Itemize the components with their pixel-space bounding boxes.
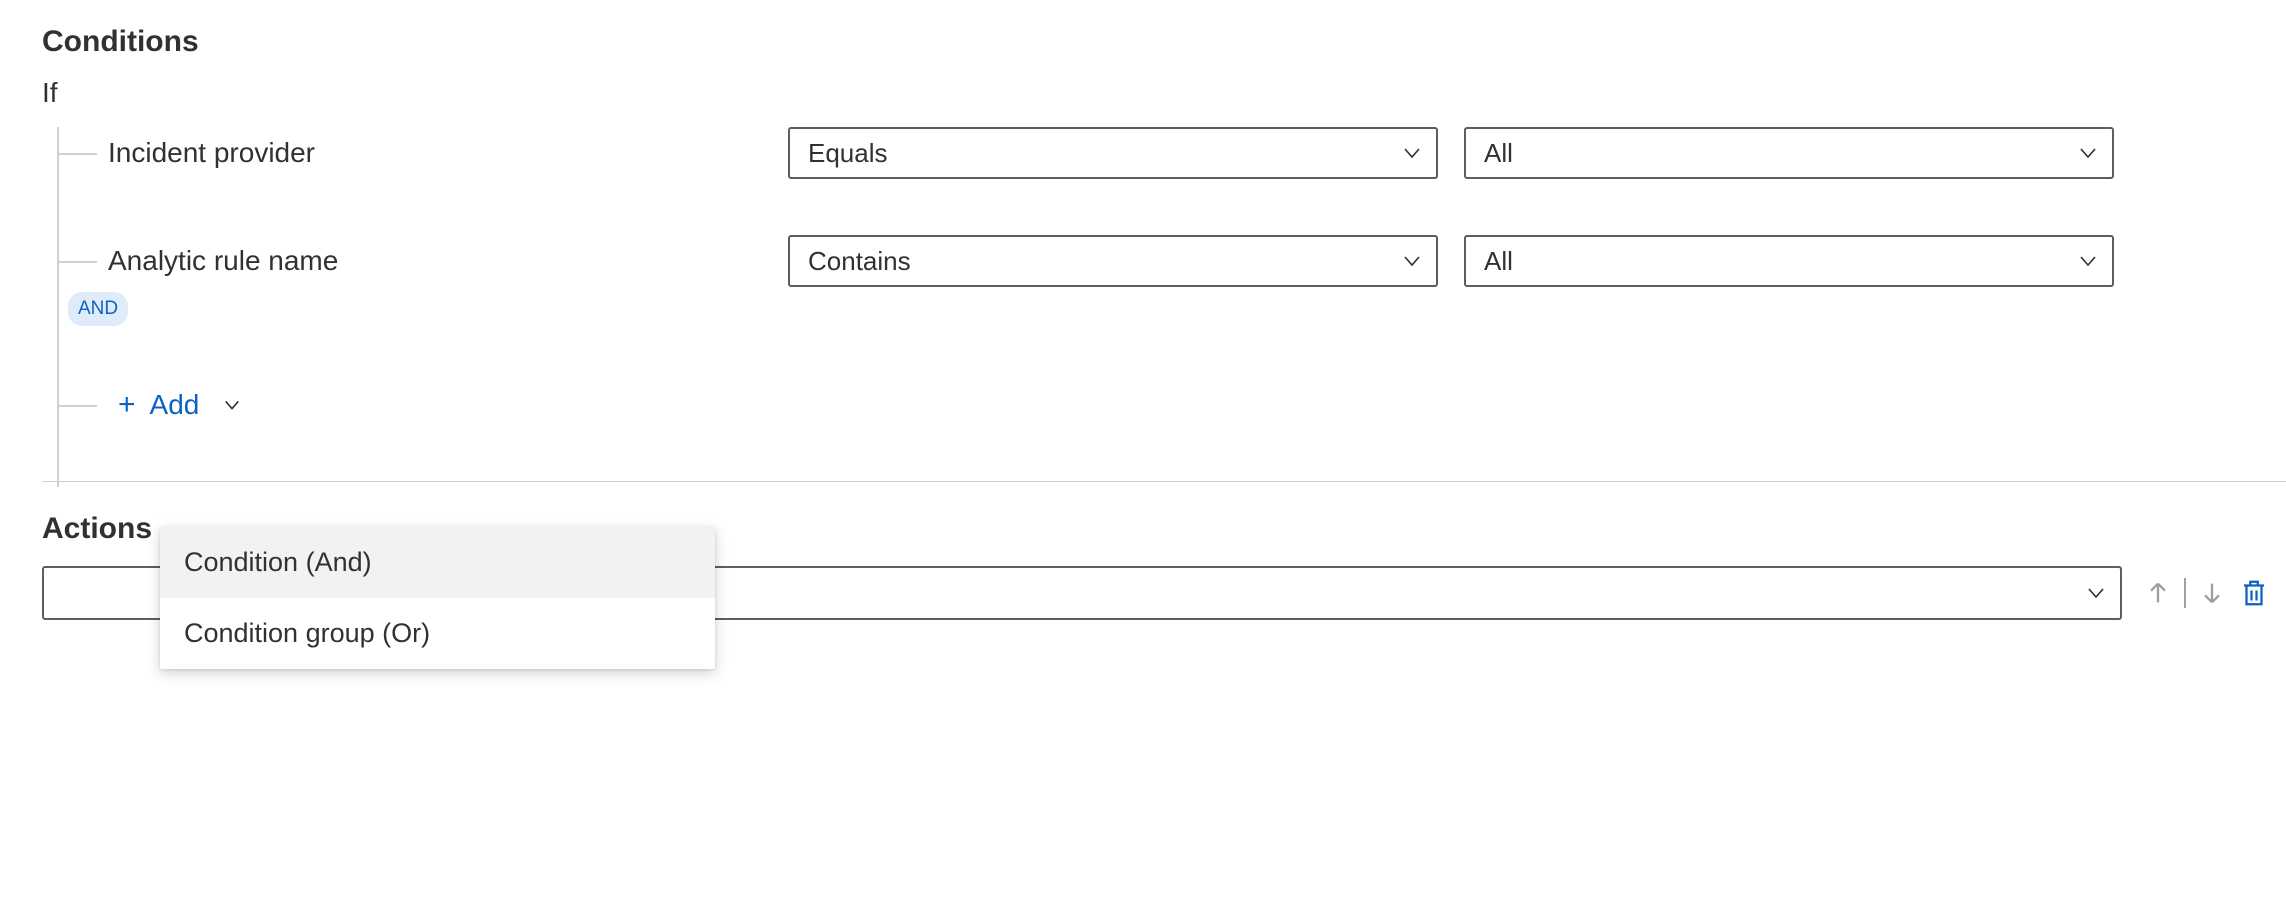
move-down-button[interactable] xyxy=(2194,575,2230,611)
condition-field-label: Incident provider xyxy=(108,137,788,169)
and-operator-pill: AND xyxy=(68,292,128,326)
add-condition-row: + Add xyxy=(42,379,2286,431)
section-divider xyxy=(42,481,2286,482)
tree-trunk-line xyxy=(57,127,59,487)
chevron-down-icon xyxy=(2086,583,2106,603)
if-label: If xyxy=(42,77,2286,109)
select-value: All xyxy=(1484,138,1513,169)
condition-field-label: Analytic rule name xyxy=(108,245,788,277)
menu-item-condition-and[interactable]: Condition (And) xyxy=(160,527,715,598)
condition-row: Analytic rule name Contains All xyxy=(42,235,2286,287)
delete-action-button[interactable] xyxy=(2236,575,2272,611)
condition-row: Incident provider Equals All xyxy=(42,127,2286,179)
condition-operator-select[interactable]: Contains xyxy=(788,235,1438,287)
chevron-down-icon xyxy=(2078,143,2098,163)
chevron-down-icon xyxy=(2078,251,2098,271)
add-condition-menu: Condition (And) Condition group (Or) xyxy=(160,527,715,669)
select-value: Contains xyxy=(808,246,911,277)
chevron-down-icon xyxy=(223,389,241,421)
condition-value-select[interactable]: All xyxy=(1464,235,2114,287)
action-row-controls xyxy=(2140,575,2272,611)
select-value: All xyxy=(1484,246,1513,277)
conditions-heading: Conditions xyxy=(42,25,2286,59)
tree-branch-line xyxy=(57,261,97,263)
tree-branch-line xyxy=(57,405,97,407)
menu-item-condition-group-or[interactable]: Condition group (Or) xyxy=(160,598,715,669)
condition-operator-select[interactable]: Equals xyxy=(788,127,1438,179)
plus-icon: + xyxy=(118,390,136,420)
chevron-down-icon xyxy=(1402,251,1422,271)
add-button-label: Add xyxy=(150,389,200,421)
condition-value-select[interactable]: All xyxy=(1464,127,2114,179)
vertical-divider xyxy=(2184,578,2186,608)
tree-branch-line xyxy=(57,153,97,155)
add-condition-button[interactable]: + Add xyxy=(118,389,241,421)
move-up-button[interactable] xyxy=(2140,575,2176,611)
select-value: Equals xyxy=(808,138,888,169)
chevron-down-icon xyxy=(1402,143,1422,163)
